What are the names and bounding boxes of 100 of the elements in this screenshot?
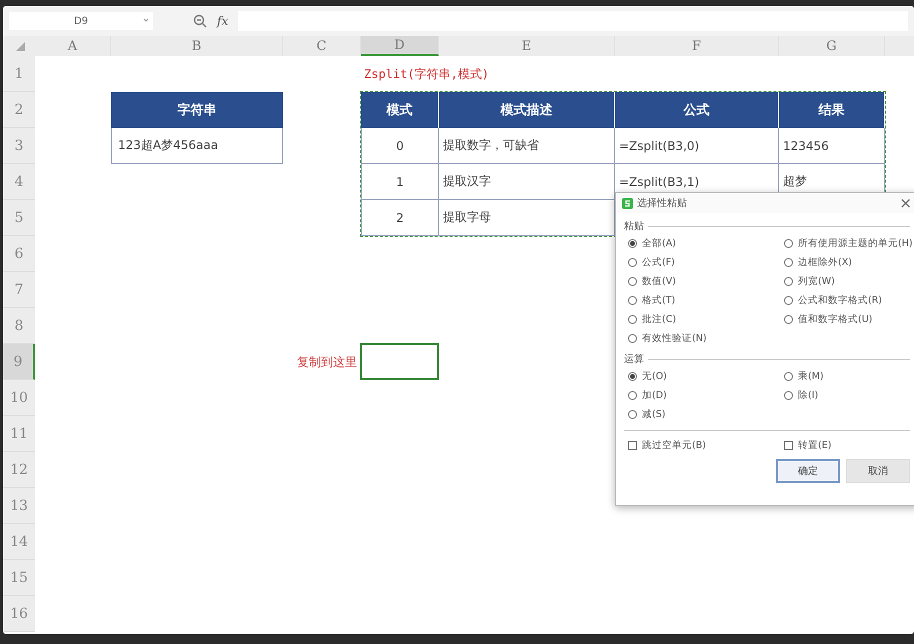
option-label: 列宽(W) — [798, 274, 835, 288]
column-header[interactable]: A — [35, 36, 111, 56]
formula-title: Zsplit(字符串,模式) — [363, 66, 490, 82]
column-header[interactable]: C — [283, 36, 361, 56]
row-header[interactable]: 1 — [3, 56, 35, 92]
radio-option[interactable]: 公式(F) — [628, 254, 784, 270]
row-header[interactable]: 7 — [3, 272, 35, 308]
note-text: 复制到这里 — [297, 354, 358, 370]
selected-cell[interactable] — [360, 343, 439, 380]
checkbox-option[interactable]: 转置(E) — [784, 437, 906, 453]
column-header[interactable]: G — [779, 36, 885, 56]
table-cell: =Zsplit(B3,0) — [615, 128, 779, 164]
radio-button[interactable] — [628, 238, 637, 248]
table-cell: 123456 — [779, 128, 885, 164]
table-cell: 123超A梦456aaa — [111, 128, 283, 164]
row-header[interactable]: 16 — [3, 596, 35, 632]
option-label: 跳过空单元(B) — [642, 438, 706, 452]
radio-button[interactable] — [628, 276, 637, 286]
column-header[interactable]: B — [111, 36, 283, 56]
table-header: 模式 — [361, 92, 439, 128]
radio-button[interactable] — [784, 238, 793, 248]
option-label: 格式(T) — [642, 294, 676, 306]
option-label: 无(O) — [642, 370, 667, 382]
radio-button[interactable] — [628, 334, 637, 342]
radio-button[interactable] — [628, 296, 637, 304]
table-header: 结果 — [779, 92, 885, 128]
radio-option[interactable]: 数值(V) — [628, 273, 784, 289]
radio-button[interactable] — [628, 314, 637, 324]
table-cell: 提取数字，可缺省 — [439, 128, 615, 164]
row-header[interactable]: 15 — [3, 560, 35, 596]
checkbox[interactable] — [784, 440, 793, 450]
group-label: 粘贴 — [624, 220, 644, 233]
row-header[interactable]: 10 — [3, 380, 35, 416]
option-label: 转置(E) — [798, 438, 832, 452]
radio-option[interactable]: 减(S) — [628, 406, 784, 422]
option-label: 减(S) — [642, 408, 666, 420]
cancel-button[interactable]: 取消 — [846, 459, 910, 483]
row-header[interactable]: 5 — [3, 200, 35, 236]
option-label: 加(D) — [642, 388, 667, 402]
option-label: 全部(A) — [642, 236, 676, 250]
radio-option[interactable]: 批注(C) — [628, 311, 784, 327]
close-button[interactable]: × — [899, 194, 912, 212]
function-button[interactable]: fx — [217, 14, 228, 28]
option-label: 所有使用源主题的单元(H) — [798, 236, 913, 250]
radio-option[interactable]: 值和数字格式(U) — [784, 311, 913, 327]
radio-option[interactable]: 乘(M) — [784, 368, 906, 384]
row-header[interactable]: 2 — [3, 92, 35, 128]
radio-option[interactable]: 无(O) — [628, 368, 784, 384]
group-label: 运算 — [624, 352, 644, 366]
option-label: 值和数字格式(U) — [798, 312, 872, 326]
checkbox[interactable] — [628, 440, 637, 450]
radio-option[interactable]: 列宽(W) — [784, 273, 913, 289]
column-header[interactable]: F — [615, 36, 779, 56]
table-header: 模式描述 — [439, 92, 615, 128]
option-label: 边框除外(X) — [798, 256, 852, 268]
radio-button[interactable] — [628, 390, 637, 400]
row-header[interactable]: 14 — [3, 524, 35, 560]
option-label: 批注(C) — [642, 312, 676, 326]
radio-button[interactable] — [784, 372, 793, 380]
radio-option[interactable]: 公式和数字格式(R) — [784, 292, 913, 308]
row-header[interactable]: 11 — [3, 416, 35, 452]
radio-option[interactable]: 全部(A) — [628, 235, 784, 251]
radio-button[interactable] — [784, 296, 793, 304]
radio-option[interactable]: 格式(T) — [628, 292, 784, 308]
radio-button[interactable] — [784, 276, 793, 286]
radio-button[interactable] — [628, 372, 637, 380]
radio-option[interactable]: 除(I) — [784, 387, 906, 403]
checkbox-option[interactable]: 跳过空单元(B) — [628, 437, 784, 453]
option-label: 公式和数字格式(R) — [798, 294, 882, 306]
radio-option[interactable]: 所有使用源主题的单元(H) — [784, 235, 913, 251]
table-header: 公式 — [615, 92, 779, 128]
name-box[interactable]: D9 — [9, 12, 153, 30]
table-cell: 0 — [361, 128, 439, 164]
column-header[interactable]: E — [439, 36, 615, 56]
table-cell: 2 — [361, 200, 439, 236]
column-header[interactable]: D — [361, 36, 439, 56]
table-header: 字符串 — [111, 92, 283, 128]
option-label: 数值(V) — [642, 274, 676, 288]
zoom-icon[interactable] — [193, 14, 207, 28]
radio-option[interactable]: 边框除外(X) — [784, 254, 913, 270]
radio-button[interactable] — [628, 258, 637, 266]
table-cell: 1 — [361, 164, 439, 200]
ok-button[interactable]: 确定 — [776, 459, 840, 483]
app-icon — [622, 198, 633, 208]
radio-button[interactable] — [784, 390, 793, 400]
row-header[interactable]: 8 — [3, 308, 35, 344]
radio-option[interactable]: 有效性验证(N) — [628, 330, 784, 346]
row-header[interactable]: 6 — [3, 236, 35, 272]
row-header[interactable]: 12 — [3, 452, 35, 488]
option-label: 乘(M) — [798, 370, 824, 382]
option-label: 除(I) — [798, 388, 818, 402]
radio-button[interactable] — [628, 410, 637, 418]
option-label: 有效性验证(N) — [642, 332, 707, 344]
radio-option[interactable]: 加(D) — [628, 387, 784, 403]
radio-button[interactable] — [784, 258, 793, 266]
row-header[interactable]: 13 — [3, 488, 35, 524]
row-header[interactable]: 4 — [3, 164, 35, 200]
radio-button[interactable] — [784, 314, 793, 324]
row-header[interactable]: 3 — [3, 128, 35, 164]
option-label: 公式(F) — [642, 256, 675, 268]
